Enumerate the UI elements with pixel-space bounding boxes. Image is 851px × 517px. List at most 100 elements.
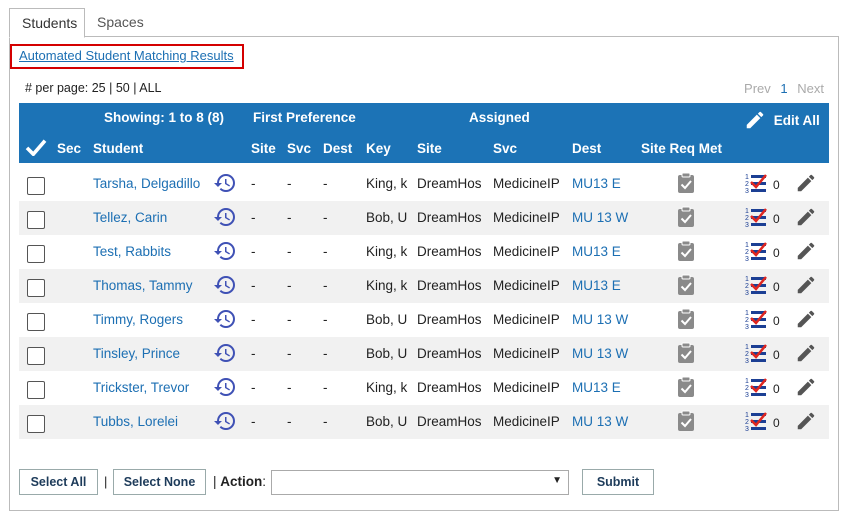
assigned-dest-link[interactable]: MU13 E <box>572 278 621 293</box>
row-checkbox[interactable] <box>27 347 45 365</box>
select-none-button[interactable]: Select None <box>113 469 206 495</box>
history-icon[interactable] <box>213 171 237 195</box>
assigned-svc: MedicineIP <box>493 244 560 259</box>
assigned-dest-link[interactable]: MU 13 W <box>572 414 628 429</box>
svg-text:3: 3 <box>745 290 749 296</box>
select-all-button[interactable]: Select All <box>19 469 98 495</box>
assigned-svc: MedicineIP <box>493 176 560 191</box>
table-row: Timmy, Rogers - - - Bob, U DreamHos Medi… <box>19 303 829 337</box>
tab-students[interactable]: Students <box>9 8 85 38</box>
student-name-link[interactable]: Tarsha, Delgadillo <box>93 176 200 191</box>
pencil-icon[interactable] <box>795 240 817 262</box>
history-icon[interactable] <box>213 307 237 331</box>
row-checkbox[interactable] <box>27 279 45 297</box>
fp-dest: - <box>323 414 328 429</box>
action-label-text: Action <box>220 474 263 489</box>
pencil-icon[interactable] <box>795 410 817 432</box>
row-checkbox[interactable] <box>27 245 45 263</box>
rank-count: 0 <box>773 348 780 362</box>
history-icon[interactable] <box>213 239 237 263</box>
col-key[interactable]: Key <box>366 141 391 156</box>
svg-text:1: 1 <box>745 344 749 351</box>
fp-dest: - <box>323 346 328 361</box>
row-checkbox[interactable] <box>27 381 45 399</box>
history-icon[interactable] <box>213 375 237 399</box>
history-icon[interactable] <box>213 409 237 433</box>
fp-dest: - <box>323 380 328 395</box>
history-icon[interactable] <box>213 341 237 365</box>
fp-site: - <box>251 312 256 327</box>
row-checkbox[interactable] <box>27 415 45 433</box>
ranking-list-icon[interactable]: 123 <box>745 376 767 398</box>
student-name-link[interactable]: Trickster, Trevor <box>93 380 189 395</box>
assigned-dest-link[interactable]: MU13 E <box>572 380 621 395</box>
student-name-link[interactable]: Tinsley, Prince <box>93 346 180 361</box>
col-assigned-dest[interactable]: Dest <box>572 141 601 156</box>
history-icon[interactable] <box>213 273 237 297</box>
ranking-list-icon[interactable]: 123 <box>745 308 767 330</box>
col-sec[interactable]: Sec <box>57 141 81 156</box>
assigned-site: DreamHos <box>417 312 482 327</box>
fp-svc: - <box>287 380 292 395</box>
ranking-list-icon[interactable]: 123 <box>745 342 767 364</box>
student-name-link[interactable]: Tubbs, Lorelei <box>93 414 178 429</box>
col-fp-svc[interactable]: Svc <box>287 141 311 156</box>
svg-text:1: 1 <box>745 310 749 317</box>
select-all-check[interactable] <box>25 138 47 159</box>
assigned-dest-link[interactable]: MU13 E <box>572 176 621 191</box>
assigned-dest-link[interactable]: MU 13 W <box>572 312 628 327</box>
student-name-link[interactable]: Tellez, Carin <box>93 210 167 225</box>
automated-matching-link[interactable]: Automated Student Matching Results <box>19 48 234 63</box>
student-name-link[interactable]: Timmy, Rogers <box>93 312 183 327</box>
submit-button[interactable]: Submit <box>582 469 654 495</box>
assigned-dest-link[interactable]: MU 13 W <box>572 346 628 361</box>
per-page-25[interactable]: 25 <box>92 81 106 95</box>
history-icon[interactable] <box>213 205 237 229</box>
col-fp-site[interactable]: Site <box>251 141 276 156</box>
col-assigned-svc[interactable]: Svc <box>493 141 517 156</box>
svg-text:2: 2 <box>745 385 749 392</box>
pencil-icon[interactable] <box>795 342 817 364</box>
assigned-dest-link[interactable]: MU 13 W <box>572 210 628 225</box>
pencil-icon[interactable] <box>795 206 817 228</box>
pencil-icon[interactable] <box>795 274 817 296</box>
ranking-list-icon[interactable]: 123 <box>745 274 767 296</box>
ranking-list-icon[interactable]: 123 <box>745 206 767 228</box>
per-page-all[interactable]: ALL <box>139 81 161 95</box>
student-name-link[interactable]: Thomas, Tammy <box>93 278 193 293</box>
edit-all-button[interactable]: Edit All <box>744 109 820 131</box>
svg-text:2: 2 <box>745 283 749 290</box>
ranking-list-icon[interactable]: 123 <box>745 410 767 432</box>
tab-spaces[interactable]: Spaces <box>85 8 156 36</box>
svg-text:1: 1 <box>745 242 749 249</box>
per-page-50[interactable]: 50 <box>116 81 130 95</box>
col-site-req-met[interactable]: Site Req Met <box>641 141 722 156</box>
pencil-icon[interactable] <box>795 172 817 194</box>
prev-link[interactable]: Prev <box>744 81 771 96</box>
col-fp-dest[interactable]: Dest <box>323 141 352 156</box>
row-checkbox[interactable] <box>27 211 45 229</box>
row-checkbox[interactable] <box>27 177 45 195</box>
col-assigned-site[interactable]: Site <box>417 141 442 156</box>
pencil-icon[interactable] <box>795 376 817 398</box>
fp-svc: - <box>287 414 292 429</box>
table-row: Trickster, Trevor - - - King, k DreamHos… <box>19 371 829 405</box>
pencil-icon[interactable] <box>795 308 817 330</box>
ranking-list-icon[interactable]: 123 <box>745 172 767 194</box>
fp-dest: - <box>323 278 328 293</box>
action-select[interactable]: ▼ <box>271 470 569 495</box>
row-checkbox[interactable] <box>27 313 45 331</box>
table-row: Test, Rabbits - - - King, k DreamHos Med… <box>19 235 829 269</box>
clipboard-check-icon <box>678 342 694 363</box>
student-name-link[interactable]: Test, Rabbits <box>93 244 171 259</box>
next-link[interactable]: Next <box>797 81 824 96</box>
col-student[interactable]: Student <box>93 141 143 156</box>
assigned-site: DreamHos <box>417 414 482 429</box>
fp-svc: - <box>287 278 292 293</box>
key-cell: King, k <box>366 278 408 293</box>
svg-text:3: 3 <box>745 256 749 262</box>
rank-count: 0 <box>773 314 780 328</box>
ranking-list-icon[interactable]: 123 <box>745 240 767 262</box>
assigned-dest-link[interactable]: MU13 E <box>572 244 621 259</box>
fp-dest: - <box>323 176 328 191</box>
